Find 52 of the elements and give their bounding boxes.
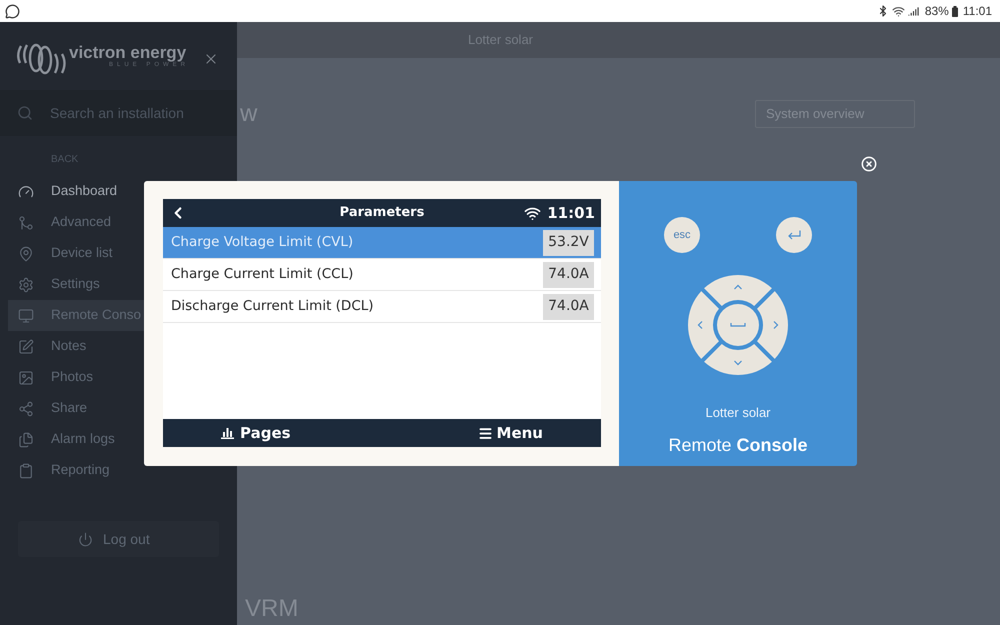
menu-icon — [478, 426, 493, 440]
space-icon — [730, 323, 746, 327]
chevron-right-icon — [774, 321, 778, 329]
installation-name: Lotter solar — [705, 405, 771, 421]
battery-icon — [952, 6, 958, 16]
share-icon — [18, 400, 34, 416]
parameter-row[interactable]: Charge Voltage Limit (CVL) 53.2V — [163, 227, 601, 259]
return-icon — [787, 230, 801, 240]
chevron-left-icon — [698, 321, 702, 329]
console-title: Parameters — [338, 204, 426, 222]
image-icon — [18, 370, 34, 386]
settings-icon — [18, 276, 34, 292]
panel-title: Remote Console — [668, 434, 808, 457]
right-key[interactable] — [757, 291, 788, 359]
chevron-up-icon — [734, 284, 742, 290]
clock-time: 11:01 — [962, 3, 992, 20]
monitor-icon — [18, 308, 34, 324]
parameter-value: 74.0A — [543, 294, 594, 320]
power-icon — [78, 532, 93, 546]
logo-wordmark: victron energy — [69, 43, 188, 62]
parameter-row[interactable]: Charge Current Limit (CCL) 74.0A — [163, 259, 601, 291]
parameter-label: Discharge Current Limit (DCL) — [171, 297, 374, 316]
battery-percent: 83% — [924, 3, 949, 20]
down-key[interactable] — [704, 344, 772, 375]
parameter-label: Charge Current Limit (CCL) — [171, 265, 354, 284]
parameter-value: 53.2V — [543, 230, 594, 256]
gauge-icon — [18, 184, 34, 200]
escape-button[interactable]: esc — [664, 217, 700, 253]
chevron-down-icon — [734, 360, 742, 366]
chat-bubble-icon — [5, 4, 20, 18]
menu-button[interactable]: Menu — [478, 422, 543, 444]
close-icon[interactable] — [861, 156, 877, 172]
up-key[interactable] — [704, 275, 772, 306]
logo-icon — [15, 42, 67, 76]
bar-chart-icon — [221, 427, 234, 439]
parameter-value: 74.0A — [543, 262, 594, 288]
branch-icon — [18, 214, 34, 230]
wifi-icon — [892, 4, 905, 18]
search-icon — [17, 105, 33, 121]
clipboard-icon — [18, 462, 34, 478]
enter-button[interactable] — [776, 217, 812, 253]
left-key[interactable] — [688, 291, 719, 359]
edit-icon — [18, 338, 34, 354]
pages-button[interactable]: Pages — [221, 422, 291, 444]
console-time: 11:01 — [547, 202, 595, 224]
pin-icon — [18, 246, 34, 262]
select-key[interactable] — [717, 304, 759, 346]
parameter-row[interactable]: Discharge Current Limit (DCL) 74.0A — [163, 291, 601, 323]
parameter-label: Charge Voltage Limit (CVL) — [171, 233, 354, 252]
logout-button[interactable]: Log out — [18, 521, 219, 557]
documents-icon — [18, 432, 34, 448]
signal-icon — [908, 6, 919, 16]
